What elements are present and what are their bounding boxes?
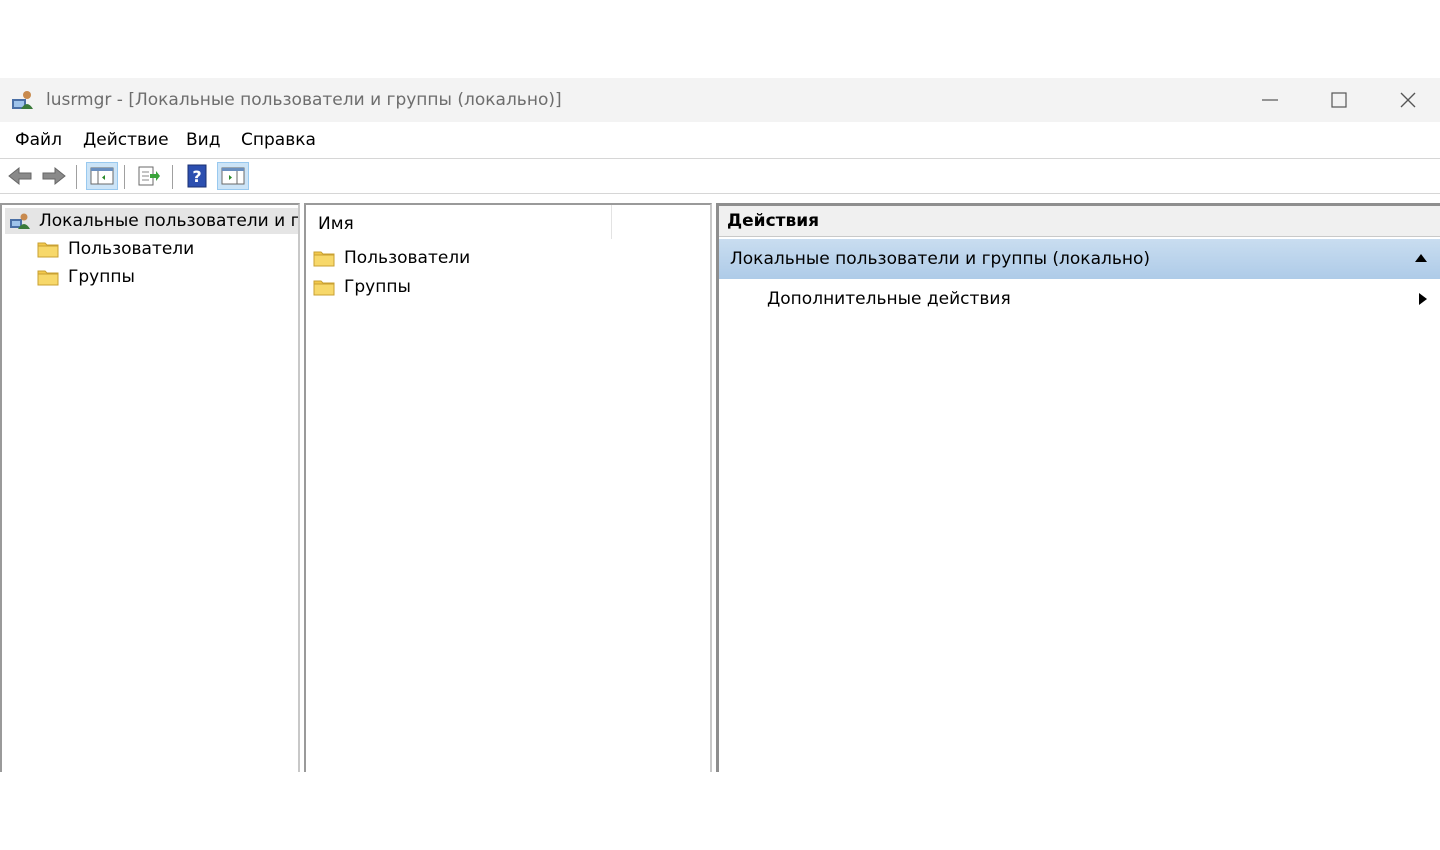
list-item-label: Группы xyxy=(344,277,411,297)
minimize-icon xyxy=(1262,99,1278,101)
actions-section-local-users-groups[interactable]: Локальные пользователи и группы (локальн… xyxy=(719,239,1440,279)
console-tree-pane[interactable]: Локальные пользователи и группы (локальн… xyxy=(0,203,300,772)
app-icon xyxy=(12,91,33,109)
actions-header: Действия xyxy=(719,206,1440,237)
menu-file[interactable]: Файл xyxy=(15,130,62,150)
tree-item-groups[interactable]: Группы xyxy=(36,264,135,290)
back-arrow-icon xyxy=(8,166,32,186)
list-item-groups[interactable]: Группы xyxy=(312,274,411,300)
help-button[interactable]: ? xyxy=(181,162,213,190)
export-list-button[interactable] xyxy=(133,162,165,190)
action-item-label: Дополнительные действия xyxy=(767,289,1011,309)
show-hide-tree-button[interactable] xyxy=(86,162,118,190)
menu-help[interactable]: Справка xyxy=(241,130,316,150)
tree-item-label: Локальные пользователи и группы (локальн… xyxy=(39,211,298,231)
folder-icon xyxy=(312,276,336,298)
action-more-actions[interactable]: Дополнительные действия xyxy=(719,282,1440,316)
show-hide-action-pane-button[interactable] xyxy=(217,162,249,190)
show-hide-tree-icon xyxy=(90,167,114,185)
folder-icon xyxy=(36,266,60,288)
results-list-pane[interactable]: Имя Пользователи Группы xyxy=(304,203,712,772)
maximize-button[interactable] xyxy=(1304,78,1374,122)
tree-item-users[interactable]: Пользователи xyxy=(36,236,194,262)
svg-text:?: ? xyxy=(192,167,201,186)
tree-item-root[interactable]: Локальные пользователи и группы (локальн… xyxy=(5,208,298,234)
export-list-icon xyxy=(138,166,160,186)
close-button[interactable] xyxy=(1373,78,1440,122)
toolbar-separator xyxy=(124,165,125,189)
local-users-groups-icon xyxy=(9,210,31,232)
collapse-triangle-icon xyxy=(1415,254,1427,262)
folder-icon xyxy=(312,247,336,269)
menu-action[interactable]: Действие xyxy=(83,130,169,150)
tree-item-label: Пользователи xyxy=(68,239,195,259)
toolbar-separator xyxy=(172,165,173,189)
menu-bar: Файл Действие Вид Справка xyxy=(0,122,1440,159)
folder-icon xyxy=(36,238,60,260)
show-hide-action-pane-icon xyxy=(221,167,245,185)
help-icon: ? xyxy=(187,164,207,188)
minimize-button[interactable] xyxy=(1235,78,1305,122)
menu-view[interactable]: Вид xyxy=(186,130,220,150)
close-icon xyxy=(1400,92,1416,108)
lusrmgr-window: lusrmgr - [Локальные пользователи и груп… xyxy=(0,78,1440,772)
window-title: lusrmgr - [Локальные пользователи и груп… xyxy=(46,90,562,110)
toolbar: ? xyxy=(0,159,1440,194)
column-header-label: Имя xyxy=(318,214,354,234)
actions-header-label: Действия xyxy=(727,211,820,231)
list-item-label: Пользователи xyxy=(344,248,471,268)
column-header-name[interactable]: Имя xyxy=(306,205,612,239)
back-button[interactable] xyxy=(4,162,36,190)
actions-pane: Действия Локальные пользователи и группы… xyxy=(716,203,1440,772)
actions-section-label: Локальные пользователи и группы (локальн… xyxy=(730,249,1151,269)
submenu-arrow-icon xyxy=(1419,293,1427,305)
forward-button[interactable] xyxy=(38,162,70,190)
list-item-users[interactable]: Пользователи xyxy=(312,245,470,271)
tree-item-label: Группы xyxy=(68,267,135,287)
maximize-icon xyxy=(1331,92,1347,108)
forward-arrow-icon xyxy=(42,166,66,186)
toolbar-separator xyxy=(76,165,77,189)
title-bar[interactable]: lusrmgr - [Локальные пользователи и груп… xyxy=(0,78,1440,122)
